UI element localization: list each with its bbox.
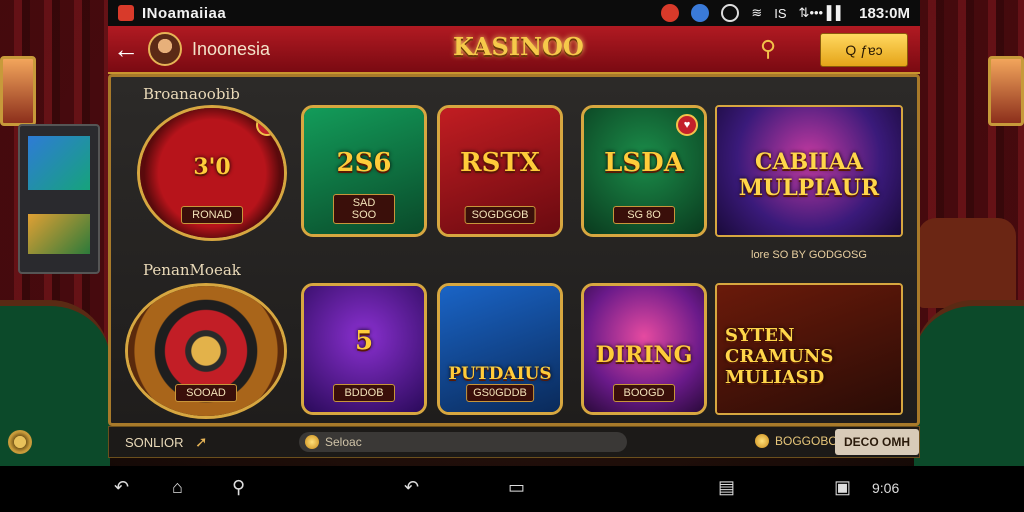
system-nav-bar: ↶ ⌂ ⚲ ↶ ▭ ▤ ▣ 9:06 — [0, 466, 1024, 512]
game-tile[interactable]: RSTX SOGDGOB — [437, 105, 563, 237]
status-bar: INoamaiiaa ≋ IS ⇅••• ▌▌ 183:0M — [108, 0, 920, 26]
bottom-label: SONLIOR — [125, 434, 184, 450]
bottom-bar: SONLIOR ➚ Seloac BOGGOBO DECO OMH — [108, 426, 920, 458]
nav-pin-icon[interactable]: ⚲ — [232, 477, 245, 498]
deposit-button[interactable]: DECO OMH — [835, 429, 919, 455]
game-tile-tag: RONAD — [181, 206, 243, 224]
game-tile[interactable]: DIRING BOOGD — [581, 283, 707, 415]
network-indicator: ⇅••• ▌▌ — [798, 5, 846, 20]
game-tile-tag: BOOGD — [613, 384, 675, 402]
game-tile-name: 3'0 — [193, 154, 231, 180]
game-tile-tag: SAD SOO — [333, 194, 395, 224]
game-tile-tag: SOOAD — [175, 384, 237, 402]
game-tile-roulette[interactable]: SOOAD — [125, 283, 287, 419]
balance-value: BOGGOBO — [775, 434, 838, 448]
app-header: ← Inoonesia KASINOO ⚲ Q ƒɐɔ — [108, 26, 920, 74]
nav-home-icon[interactable]: ⌂ — [172, 477, 183, 498]
bottom-search-text: Seloac — [325, 435, 362, 449]
game-grid-panel: Broanaoobib 3'0 ♥ RONAD 2S6 SAD SOO RSTX… — [108, 74, 920, 426]
status-time: 183:0M — [859, 4, 910, 22]
sync-icon — [721, 4, 740, 22]
app-icon — [118, 5, 134, 21]
side-portrait-right — [988, 56, 1024, 126]
nav-back-icon-2[interactable]: ↶ — [404, 477, 419, 498]
game-tile-name: LSDA — [604, 148, 684, 178]
game-tile[interactable]: LSDA ♥ SG 8O — [581, 105, 707, 237]
region-label: Inoonesia — [192, 38, 271, 59]
search-icon[interactable]: ⚲ — [760, 36, 776, 62]
avatar[interactable] — [148, 32, 182, 66]
coin-icon — [755, 434, 769, 448]
side-portrait-left — [0, 56, 36, 126]
nav-back-icon[interactable]: ↶ — [114, 477, 129, 498]
screen: INoamaiiaa ≋ IS ⇅••• ▌▌ 183:0M ← Inoones… — [0, 0, 1024, 512]
search-button[interactable]: Q ƒɐɔ — [820, 33, 908, 67]
game-tile[interactable]: PUTDAIUS GS0GDDB — [437, 283, 563, 415]
nav-recent-icon[interactable]: ▣ — [834, 477, 851, 498]
game-tile-name: CABIIAA MULPIAUR — [738, 149, 880, 201]
signal-text: IS — [774, 5, 787, 21]
nav-clock: 9:06 — [872, 480, 900, 496]
slot-screen — [28, 136, 90, 190]
notification-icon — [661, 4, 680, 22]
game-tile-name: PUTDAIUS — [448, 364, 552, 384]
section-title-popular: PenanMoeak — [143, 261, 241, 279]
game-tile-name: 5 — [354, 326, 374, 356]
game-tile-featured[interactable]: CABIIAA MULPIAUR — [715, 105, 903, 237]
game-tile-name: DIRING — [595, 342, 693, 368]
game-tile-tag: SG 8O — [613, 206, 675, 224]
wifi-icon: ≋ — [751, 5, 763, 20]
section-title-featured: Broanaoobib — [143, 85, 240, 103]
poker-table-right — [914, 300, 1024, 470]
balance-display: BOGGOBO — [755, 434, 838, 448]
slot-machine-decor — [18, 124, 100, 274]
game-tile-tag: SOGDGOB — [464, 206, 536, 224]
game-tile-tag: GS0GDDB — [466, 384, 534, 402]
game-tile-name: SYTEN CRAMUNS MULIASD — [725, 325, 834, 388]
arrow-right-icon[interactable]: ➚ — [195, 433, 225, 451]
game-tile[interactable]: 5 BDDOB — [301, 283, 427, 415]
coin-icon — [305, 435, 319, 449]
nav-apps-icon[interactable]: ▤ — [718, 477, 735, 498]
search-button-label: Q ƒɐɔ — [845, 42, 883, 58]
game-tile-name: RSTX — [460, 148, 540, 178]
status-app-title: INoamaiiaa — [142, 4, 227, 22]
chip-icon — [8, 430, 32, 454]
deposit-button-label: DECO OMH — [844, 435, 910, 449]
favorite-icon[interactable]: ♥ — [256, 114, 278, 136]
favorite-icon[interactable]: ♥ — [676, 114, 698, 136]
slot-screen-lower — [28, 214, 90, 254]
nav-overview-icon[interactable]: ▭ — [508, 477, 525, 498]
game-tile[interactable]: 2S6 SAD SOO — [301, 105, 427, 237]
game-tile-name: 2S6 — [336, 148, 392, 178]
back-arrow-icon[interactable]: ← — [108, 34, 144, 65]
game-tile[interactable]: 3'0 ♥ RONAD — [137, 105, 287, 241]
game-tile-featured[interactable]: SYTEN CRAMUNS MULIASD — [715, 283, 903, 415]
bottom-search-field[interactable]: Seloac — [299, 432, 627, 452]
game-tile-tag: BDDOB — [333, 384, 395, 402]
vpn-icon — [691, 4, 710, 22]
promo-text: lore SO BY GODGOSG — [751, 249, 867, 261]
armchair-decor — [918, 218, 1016, 308]
brand-logo: KASINOO — [453, 32, 584, 61]
